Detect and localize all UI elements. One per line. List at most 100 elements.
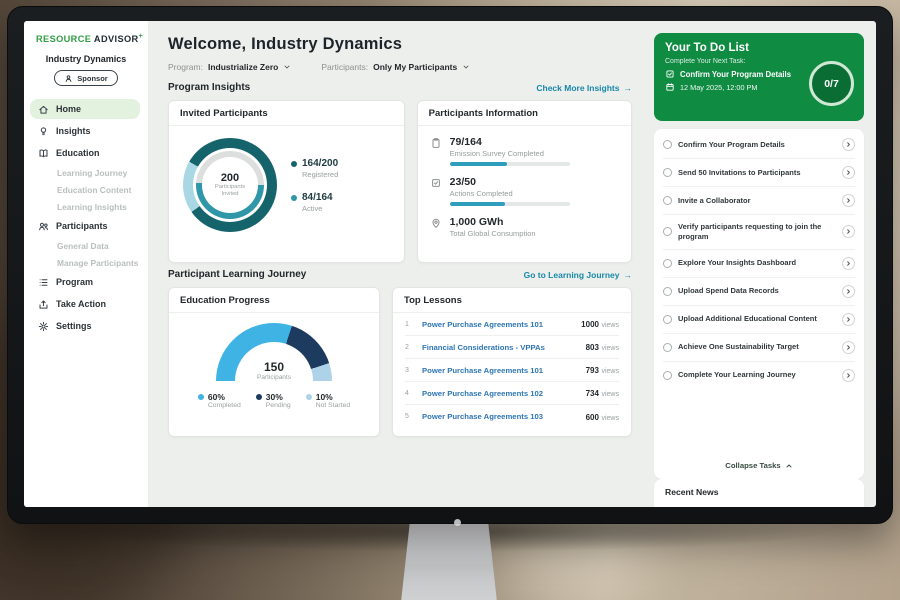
lesson-row: 5 Power Purchase Agreements 103 600 view… xyxy=(405,405,619,428)
go-to-learning-journey-link[interactable]: Go to Learning Journey → xyxy=(524,270,632,280)
sidebar-item-education[interactable]: Education xyxy=(30,143,140,163)
chevron-right-icon xyxy=(845,141,852,148)
legend-dot xyxy=(198,394,204,400)
lesson-views-group: 1000 views xyxy=(581,319,619,329)
sidebar-item-label: Take Action xyxy=(56,299,106,309)
task-row[interactable]: Achieve One Sustainability Target xyxy=(663,334,855,362)
legend-item-active: 84/164 Active xyxy=(291,192,338,213)
sidebar-item-program[interactable]: Program xyxy=(30,272,140,292)
legend-item-not-started: 10% Not Started xyxy=(306,392,350,409)
lesson-row: 1 Power Purchase Agreements 101 1000 vie… xyxy=(405,313,619,336)
sidebar-item-learning-insights[interactable]: Learning Insights xyxy=(24,198,148,215)
lesson-link[interactable]: Power Purchase Agreements 102 xyxy=(422,389,578,398)
donut-center: 200 Participants Invited xyxy=(202,157,258,213)
task-label: Confirm Your Program Details xyxy=(678,140,836,150)
gauge-center-value: 150 xyxy=(216,360,332,374)
stat-value: 1,000 GWh xyxy=(450,216,536,228)
task-checkbox[interactable] xyxy=(663,287,672,296)
invited-card-body: 200 Participants Invited 164/200 Registe xyxy=(169,126,404,232)
education-gauge-chart: 150 Participants xyxy=(216,323,332,381)
task-open-button[interactable] xyxy=(842,285,855,298)
person-icon xyxy=(64,74,73,83)
task-checkbox[interactable] xyxy=(663,259,672,268)
sidebar-item-insights[interactable]: Insights xyxy=(30,121,140,141)
lesson-rank: 2 xyxy=(405,344,414,351)
todo-due-date: 12 May 2025, 12:00 PM xyxy=(665,82,810,92)
chevron-right-icon xyxy=(845,316,852,323)
todo-title: Your To Do List xyxy=(665,42,853,54)
sidebar-item-learning-journey[interactable]: Learning Journey xyxy=(24,164,148,181)
progress-bar xyxy=(450,202,570,206)
chevron-right-icon xyxy=(845,228,852,235)
stat-label: Actions Completed xyxy=(450,189,570,198)
task-row[interactable]: Explore Your Insights Dashboard xyxy=(663,250,855,278)
checklist-icon xyxy=(430,177,442,189)
participants-information-card: Participants Information 79/164 Emission… xyxy=(417,100,632,263)
task-checkbox[interactable] xyxy=(663,168,672,177)
lesson-rank: 1 xyxy=(405,321,414,328)
task-open-button[interactable] xyxy=(842,257,855,270)
program-insights-cards: Invited Participants 200 Participants In… xyxy=(168,100,632,263)
task-open-button[interactable] xyxy=(842,138,855,151)
task-row[interactable]: Invite a Collaborator xyxy=(663,187,855,215)
lesson-link[interactable]: Power Purchase Agreements 103 xyxy=(422,412,578,421)
sponsor-badge[interactable]: Sponsor xyxy=(54,70,117,86)
chevron-down-icon xyxy=(283,63,291,71)
task-open-button[interactable] xyxy=(842,313,855,326)
task-row[interactable]: Verify participants requesting to join t… xyxy=(663,215,855,250)
task-row[interactable]: Confirm Your Program Details xyxy=(663,131,855,159)
sidebar-item-manage-participants[interactable]: Manage Participants xyxy=(24,254,148,271)
chevron-right-icon xyxy=(845,197,852,204)
sidebar-item-general-data[interactable]: General Data xyxy=(24,237,148,254)
lesson-link[interactable]: Power Purchase Agreements 101 xyxy=(422,320,573,329)
sidebar-item-participants[interactable]: Participants xyxy=(30,216,140,236)
sidebar-item-education-content[interactable]: Education Content xyxy=(24,181,148,198)
sidebar-item-label: Program xyxy=(56,277,93,287)
views-label: views xyxy=(601,391,619,398)
sidebar-item-take-action[interactable]: Take Action xyxy=(30,294,140,314)
sidebar-item-settings[interactable]: Settings xyxy=(30,316,140,336)
chevron-right-icon xyxy=(845,344,852,351)
sidebar-item-home[interactable]: Home xyxy=(30,99,140,119)
task-open-button[interactable] xyxy=(842,225,855,238)
legend-value: 30% xyxy=(266,392,291,402)
views-label: views xyxy=(601,345,619,352)
dashboard-screen: RESOURCE ADVISOR+ Industry Dynamics Spon… xyxy=(24,21,876,507)
task-checkbox[interactable] xyxy=(663,315,672,324)
task-open-button[interactable] xyxy=(842,166,855,179)
lesson-link[interactable]: Power Purchase Agreements 101 xyxy=(422,366,578,375)
learning-journey-cards: Education Progress 150 Participants xyxy=(168,287,632,437)
task-checkbox[interactable] xyxy=(663,140,672,149)
invited-donut-chart: 200 Participants Invited xyxy=(183,138,277,232)
todo-next-task-label: Confirm Your Program Details xyxy=(680,70,791,79)
task-open-button[interactable] xyxy=(842,341,855,354)
legend-label: Completed xyxy=(208,402,241,409)
task-row[interactable]: Complete Your Learning Journey xyxy=(663,362,855,389)
app-logo: RESOURCE ADVISOR+ xyxy=(24,33,148,44)
stat-label: Total Global Consumption xyxy=(450,229,536,238)
section-title-learning-journey: Participant Learning Journey xyxy=(168,269,306,280)
sidebar-item-label: Education xyxy=(56,148,100,158)
task-checkbox[interactable] xyxy=(663,343,672,352)
task-row[interactable]: Upload Additional Educational Content xyxy=(663,306,855,334)
sidebar-nav: Home Insights Education Learning Journey… xyxy=(24,98,148,337)
collapse-tasks-link[interactable]: Collapse Tasks xyxy=(663,453,855,479)
task-row[interactable]: Send 50 Invitations to Participants xyxy=(663,159,855,187)
todo-progress-value: 0/7 xyxy=(824,78,839,90)
lesson-views-group: 600 views xyxy=(586,412,619,422)
take-action-icon xyxy=(38,299,49,310)
program-dropdown[interactable]: Program: Industrialize Zero xyxy=(168,62,291,72)
task-open-button[interactable] xyxy=(842,194,855,207)
lesson-row: 3 Power Purchase Agreements 101 793 view… xyxy=(405,359,619,382)
chevron-right-icon xyxy=(845,169,852,176)
participants-dropdown[interactable]: Participants: Only My Participants xyxy=(321,62,470,72)
lesson-link[interactable]: Financial Considerations - VPPAs xyxy=(422,343,578,352)
lesson-views: 1000 xyxy=(581,320,599,329)
arrow-right-icon: → xyxy=(624,83,633,93)
task-checkbox[interactable] xyxy=(663,371,672,380)
check-more-insights-link[interactable]: Check More Insights → xyxy=(536,83,632,93)
task-open-button[interactable] xyxy=(842,369,855,382)
task-checkbox[interactable] xyxy=(663,227,672,236)
task-checkbox[interactable] xyxy=(663,196,672,205)
task-row[interactable]: Upload Spend Data Records xyxy=(663,278,855,306)
